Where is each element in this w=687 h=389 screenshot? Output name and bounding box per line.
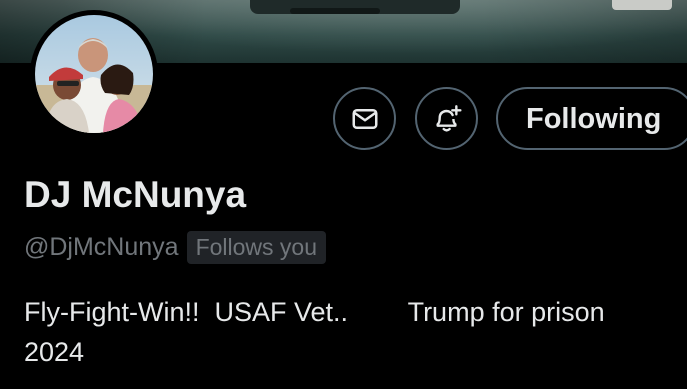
follows-you-badge: Follows you (186, 230, 327, 264)
notify-button[interactable] (415, 87, 478, 150)
profile-handle: @DjMcNunya (24, 232, 179, 261)
banner-vehicle (612, 0, 672, 10)
profile-bio: Fly-Fight-Win!! USAF Vet.. Trump for pri… (24, 297, 605, 367)
avatar[interactable] (30, 10, 158, 138)
banner-aircraft-detail (290, 8, 380, 14)
avatar-photo (35, 15, 153, 133)
bell-plus-icon (435, 104, 462, 132)
display-name: DJ McNunya (24, 174, 247, 215)
following-button[interactable]: Following (496, 87, 687, 150)
handle-row: @DjMcNunya Follows you (24, 230, 327, 264)
envelope-icon (352, 108, 377, 129)
message-button[interactable] (333, 87, 396, 150)
